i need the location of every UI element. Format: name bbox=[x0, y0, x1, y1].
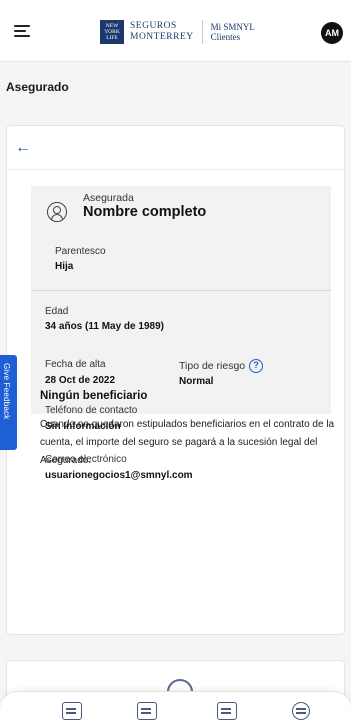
hamburger-menu-icon[interactable] bbox=[14, 25, 30, 37]
page-title: Asegurado bbox=[6, 80, 69, 94]
nav-document-icon[interactable] bbox=[217, 702, 237, 720]
insured-name: Nombre completo bbox=[83, 204, 207, 220]
phone-label: Teléfono de contacto bbox=[45, 405, 138, 416]
top-header: NEW YORK LIFE SEGUROS MONTERREY Mi SMNYL… bbox=[0, 0, 351, 62]
relation-label: Asegurada bbox=[83, 192, 134, 204]
back-arrow-icon[interactable]: ← bbox=[15, 140, 31, 156]
kinship-label: Parentesco bbox=[55, 246, 106, 257]
app-frame: NEW YORK LIFE SEGUROS MONTERREY Mi SMNYL… bbox=[0, 0, 351, 721]
brand-divider bbox=[201, 20, 203, 44]
brand-line-1: SEGUROS bbox=[130, 21, 177, 31]
brand-line-2: MONTERREY bbox=[130, 32, 194, 42]
kinship-value: Hija bbox=[55, 261, 74, 272]
risk-type-label: Tipo de riesgo? bbox=[179, 359, 264, 373]
nav-card-icon[interactable] bbox=[137, 702, 157, 720]
give-feedback-tab[interactable]: Give Feedback bbox=[0, 355, 17, 450]
bottom-navigation bbox=[0, 691, 351, 721]
give-feedback-label: Give Feedback bbox=[2, 363, 11, 420]
age-label: Edad bbox=[45, 306, 69, 317]
new-york-life-logo: NEW YORK LIFE bbox=[100, 20, 124, 44]
no-beneficiary-title: Ningún beneficiario bbox=[40, 390, 148, 402]
nav-policy-icon[interactable] bbox=[62, 702, 82, 720]
brand-logo: NEW YORK LIFE SEGUROS MONTERREY Mi SMNYL… bbox=[100, 18, 255, 46]
section-divider bbox=[31, 290, 331, 291]
insured-card: ← Asegurada Nombre completo Parentesco H… bbox=[6, 125, 345, 635]
risk-type-label-text: Tipo de riesgo bbox=[179, 359, 246, 372]
nav-info-icon[interactable] bbox=[292, 702, 310, 720]
no-beneficiary-text: Cuando no quedaron estipulados beneficia… bbox=[40, 419, 335, 466]
portal-line-2: Clientes bbox=[210, 32, 241, 42]
user-avatar[interactable]: AM bbox=[321, 22, 343, 44]
user-icon bbox=[47, 202, 67, 222]
email-value: usuarionegocios1@smnyl.com bbox=[45, 470, 193, 481]
portal-name: Mi SMNYL Clientes bbox=[211, 22, 255, 42]
risk-type-value: Normal bbox=[179, 376, 214, 387]
brand-name: SEGUROS MONTERREY bbox=[130, 21, 194, 43]
age-value: 34 años (11 May de 1989) bbox=[45, 321, 164, 332]
card-header: ← bbox=[7, 126, 344, 170]
help-icon[interactable]: ? bbox=[249, 359, 264, 373]
start-date-label: Fecha de alta bbox=[45, 359, 106, 370]
portal-line-1: Mi SMNYL bbox=[210, 22, 255, 32]
start-date-value: 28 Oct de 2022 bbox=[45, 375, 116, 386]
